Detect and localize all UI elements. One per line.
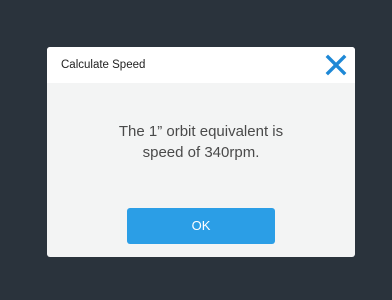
message-line-2: speed of 340rpm. xyxy=(142,144,260,161)
app-background: Calculate Speed The 1” orbit equivalent … xyxy=(0,0,392,300)
dialog-title: Calculate Speed xyxy=(61,59,146,71)
dialog-body: The 1” orbit equivalent is speed of 340r… xyxy=(47,83,355,257)
dialog-header: Calculate Speed xyxy=(47,47,355,83)
ok-button[interactable]: OK xyxy=(127,208,275,244)
dialog-message: The 1” orbit equivalent is speed of 340r… xyxy=(47,121,355,163)
close-button[interactable] xyxy=(325,54,347,76)
calculate-speed-dialog: Calculate Speed The 1” orbit equivalent … xyxy=(47,47,355,257)
message-line-1: The 1” orbit equivalent is xyxy=(118,123,284,140)
close-icon xyxy=(325,54,347,76)
